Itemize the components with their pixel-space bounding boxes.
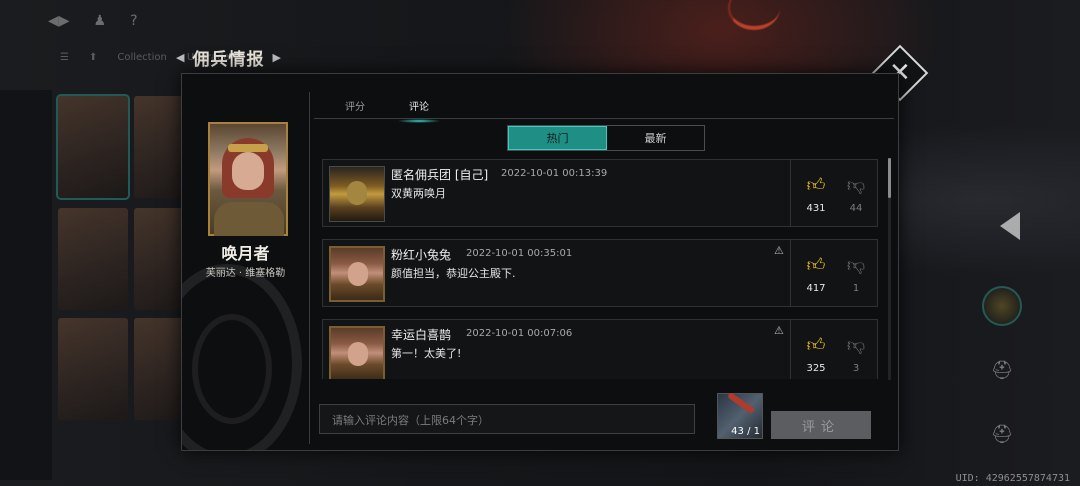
background-medal-icon <box>982 286 1022 326</box>
background-tab-collection: Collection <box>117 52 167 63</box>
comment-item: 幸运白喜鹊 2022-10-01 00:07:06 第一！太美了! ⚠ 👍︎ 3… <box>322 319 878 379</box>
quill-icon <box>726 391 756 415</box>
like-count: 417 <box>806 283 826 294</box>
like-button[interactable]: 👍︎ 417 <box>803 256 829 295</box>
background-topbar: ◀▶ ♟ ? <box>0 0 210 42</box>
tab-rating[interactable]: 评分 <box>345 98 365 119</box>
like-count: 325 <box>806 363 826 374</box>
background-tab-filter-icon: ☰ <box>60 52 69 63</box>
dislike-button[interactable]: 👎︎ 1 <box>843 256 869 295</box>
thumbs-down-icon: 👎︎ <box>846 175 866 196</box>
scrollbar-thumb[interactable] <box>888 158 891 198</box>
background-hero-card <box>56 94 130 200</box>
dislike-count: 1 <box>852 283 860 294</box>
like-button[interactable]: 👍︎ 431 <box>803 176 829 215</box>
vote-box: 👍︎ 431 👎︎ 44 <box>790 160 878 226</box>
tab-underline <box>314 118 894 119</box>
background-back-chevron-icon <box>1000 212 1020 240</box>
header-right-arrow-icon: ▶ <box>272 51 281 64</box>
comment-text: 第一！太美了! <box>391 347 462 360</box>
quill-item: 43 / 1 <box>717 391 763 439</box>
item-count: 43 / 1 <box>731 426 760 437</box>
comment-modal: 唤月者 芙丽达 · 维塞格勒 评分 评论 热门 最新 匿名佣兵团 [自己] 20… <box>181 73 899 451</box>
character-name: 唤月者 <box>221 244 270 263</box>
background-helmet-icon: ⛑ <box>990 359 1014 381</box>
vote-box: 👍︎ 417 👎︎ 1 <box>790 240 878 306</box>
like-button[interactable]: 👍︎ 325 <box>803 336 829 375</box>
sort-toggle: 热门 最新 <box>507 125 705 151</box>
dislike-count: 44 <box>849 203 863 214</box>
background-tab-upgrade-icon: ⬆ <box>88 52 98 63</box>
background-hero-card <box>58 318 128 420</box>
character-subtitle: 芙丽达 · 维塞格勒 <box>205 268 286 279</box>
thumbs-down-icon: 👎︎ <box>846 335 866 356</box>
character-portrait <box>208 122 288 236</box>
sort-latest-button[interactable]: 最新 <box>607 126 704 150</box>
avatar[interactable] <box>329 246 385 302</box>
comment-input[interactable]: 请输入评论内容（上限64个字） <box>319 404 695 434</box>
comment-list[interactable]: 匿名佣兵团 [自己] 2022-10-01 00:13:39 双黄两唤月 👍︎ … <box>322 159 882 379</box>
comment-author: 幸运白喜鹊 <box>391 328 452 342</box>
decorative-emblem <box>192 314 272 424</box>
report-icon[interactable]: ⚠ <box>774 244 784 257</box>
comment-item: 粉红小兔兔 2022-10-01 00:35:01 颜值担当，恭迎公主殿下. ⚠… <box>322 239 878 307</box>
comment-author: 匿名佣兵团 [自己] <box>391 168 489 182</box>
page-title: 佣兵情报 <box>192 50 265 70</box>
avatar[interactable] <box>329 166 385 222</box>
like-count: 431 <box>806 203 826 214</box>
vote-box: 👍︎ 325 👎︎ 3 <box>790 320 878 379</box>
panel-divider <box>309 92 310 444</box>
background-helmet-icon: ⛑ <box>990 423 1014 445</box>
dislike-button[interactable]: 👎︎ 3 <box>843 336 869 375</box>
sort-hot-button[interactable]: 热门 <box>508 126 607 150</box>
thumbs-up-icon: 👍︎ <box>806 255 826 276</box>
comment-timestamp: 2022-10-01 00:07:06 <box>466 328 573 339</box>
comment-timestamp: 2022-10-01 00:13:39 <box>501 168 608 179</box>
tab-bar: 评分 评论 <box>345 98 441 123</box>
thumbs-down-icon: 👎︎ <box>846 255 866 276</box>
panel-header: ◀ 佣兵情报 ▶ <box>176 45 281 70</box>
comment-text: 双黄两唤月 <box>391 187 446 200</box>
character-panel: 唤月者 芙丽达 · 维塞格勒 <box>182 74 309 450</box>
comment-author: 粉红小兔兔 <box>391 248 452 262</box>
dislike-count: 3 <box>852 363 860 374</box>
thumbs-up-icon: 👍︎ <box>806 335 826 356</box>
dislike-button[interactable]: 👎︎ 44 <box>843 176 869 215</box>
thumbs-up-icon: 👍︎ <box>806 175 826 196</box>
background-hierarchy-icon: ♟ <box>93 13 107 29</box>
tab-comments[interactable]: 评论 <box>397 98 441 123</box>
background-help-icon: ? <box>130 13 138 29</box>
report-icon[interactable]: ⚠ <box>774 324 784 337</box>
comment-item: 匿名佣兵团 [自己] 2022-10-01 00:13:39 双黄两唤月 👍︎ … <box>322 159 878 227</box>
comment-timestamp: 2022-10-01 00:35:01 <box>466 248 573 259</box>
user-id: UID: 42962557874731 <box>955 473 1070 484</box>
header-left-arrow-icon: ◀ <box>176 51 185 64</box>
comment-text: 颜值担当，恭迎公主殿下. <box>391 267 516 280</box>
background-right-icons: ⛑ ⛑ <box>982 286 1026 478</box>
background-hero-card <box>58 208 128 310</box>
avatar[interactable] <box>329 326 385 379</box>
submit-comment-button[interactable]: 评论 <box>771 411 871 439</box>
background-nav-icon: ◀▶ <box>48 13 70 29</box>
background-sidebar <box>0 90 52 480</box>
